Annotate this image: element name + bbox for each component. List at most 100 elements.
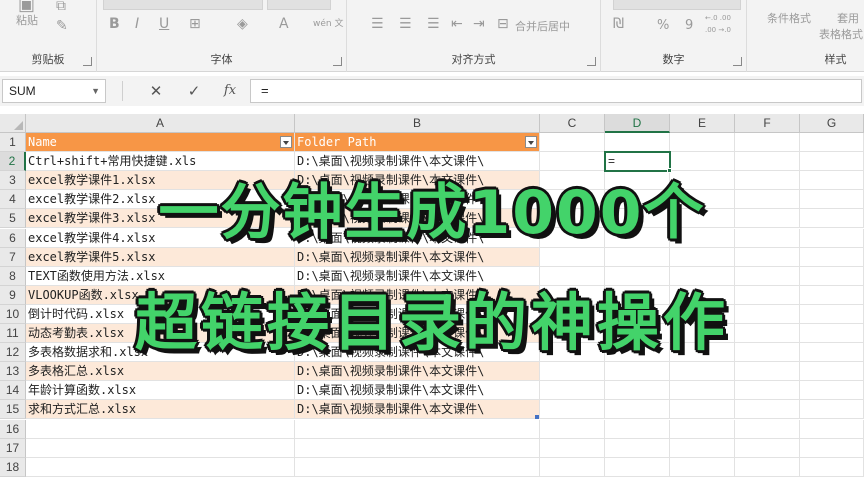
empty-cell[interactable] — [540, 457, 605, 477]
empty-cell[interactable] — [800, 457, 864, 477]
table-cell[interactable] — [295, 419, 540, 439]
paste-label[interactable]: 粘贴 — [16, 12, 38, 28]
empty-cell[interactable] — [605, 457, 670, 477]
percent-button[interactable]: % — [657, 18, 669, 33]
row-header-14[interactable]: 14 — [0, 381, 26, 401]
table-cell[interactable] — [295, 457, 540, 477]
number-launcher-icon[interactable] — [733, 57, 742, 66]
empty-cell[interactable] — [735, 457, 800, 477]
empty-cell[interactable] — [605, 400, 670, 420]
column-header-d[interactable]: D — [605, 114, 670, 133]
row-header-18[interactable]: 18 — [0, 457, 26, 477]
empty-cell[interactable] — [670, 457, 735, 477]
clipboard-launcher-icon[interactable] — [83, 57, 92, 66]
empty-cell[interactable] — [605, 419, 670, 439]
table-cell[interactable] — [26, 457, 295, 477]
bold-button[interactable]: B — [109, 16, 120, 32]
column-header-g[interactable]: G — [800, 114, 864, 133]
empty-cell[interactable] — [605, 362, 670, 382]
empty-cell[interactable] — [735, 381, 800, 401]
cancel-button[interactable]: ✕ — [142, 79, 170, 103]
empty-cell[interactable] — [540, 362, 605, 382]
empty-cell[interactable] — [670, 438, 735, 458]
insert-function-button[interactable]: fx — [216, 79, 244, 103]
empty-cell[interactable] — [735, 362, 800, 382]
name-box-dropdown-icon[interactable]: ▼ — [91, 80, 100, 102]
font-size-select[interactable] — [267, 0, 331, 10]
number-format-select[interactable] — [613, 0, 741, 10]
table-header-cell[interactable]: Folder Path — [295, 133, 540, 153]
increase-indent-icon[interactable]: ⇥ — [473, 16, 485, 32]
table-resize-handle[interactable] — [535, 414, 539, 419]
column-header-b[interactable]: B — [295, 114, 540, 133]
empty-cell[interactable] — [540, 438, 605, 458]
comma-button[interactable]: 9 — [685, 18, 693, 33]
underline-button[interactable]: U — [159, 16, 169, 32]
italic-button[interactable]: I — [135, 16, 139, 32]
table-cell[interactable]: 求和方式汇总.xlsx — [26, 400, 295, 420]
empty-cell[interactable] — [670, 400, 735, 420]
empty-cell[interactable] — [735, 400, 800, 420]
table-cell[interactable]: D:\桌面\视频录制课件\本文课件\ — [295, 362, 540, 382]
align-center-icon[interactable]: ☰ — [399, 16, 412, 32]
copy-icon[interactable]: ⧉ — [56, 0, 66, 14]
empty-cell[interactable] — [800, 419, 864, 439]
empty-cell[interactable] — [540, 381, 605, 401]
empty-cell[interactable] — [670, 381, 735, 401]
empty-cell[interactable] — [800, 362, 864, 382]
decrease-decimal-button[interactable]: .00 →.0 — [705, 26, 731, 34]
table-header-cell[interactable]: Name — [26, 133, 295, 153]
empty-cell[interactable] — [605, 381, 670, 401]
empty-cell[interactable] — [735, 438, 800, 458]
row-header-1[interactable]: 1 — [0, 133, 26, 153]
conditional-format-button[interactable]: 条件格式 — [767, 10, 811, 26]
phonetic-button[interactable]: wén 文 — [313, 16, 343, 29]
table-cell[interactable]: D:\桌面\视频录制课件\本文课件\ — [295, 400, 540, 420]
empty-cell[interactable] — [670, 419, 735, 439]
alignment-launcher-icon[interactable] — [587, 57, 596, 66]
empty-cell[interactable] — [540, 133, 605, 153]
empty-cell[interactable] — [800, 400, 864, 420]
table-cell[interactable]: D:\桌面\视频录制课件\本文课件\ — [295, 381, 540, 401]
row-header-13[interactable]: 13 — [0, 362, 26, 382]
merge-center-button[interactable]: 合并后居中 — [515, 18, 570, 34]
row-header-15[interactable]: 15 — [0, 400, 26, 420]
font-name-select[interactable] — [103, 0, 263, 10]
empty-cell[interactable] — [605, 133, 670, 153]
empty-cell[interactable] — [735, 133, 800, 153]
table-cell[interactable] — [26, 419, 295, 439]
borders-icon[interactable]: ⊞ — [189, 16, 201, 32]
name-box[interactable]: SUM ▼ — [2, 79, 106, 103]
enter-button[interactable]: ✓ — [180, 79, 208, 103]
align-right-icon[interactable]: ☰ — [427, 16, 440, 32]
table-format-button-top[interactable]: 套用 — [837, 10, 859, 26]
empty-cell[interactable] — [800, 381, 864, 401]
table-cell[interactable]: 多表格汇总.xlsx — [26, 362, 295, 382]
empty-cell[interactable] — [670, 362, 735, 382]
row-header-17[interactable]: 17 — [0, 438, 26, 458]
empty-cell[interactable] — [540, 400, 605, 420]
filter-dropdown-icon[interactable] — [525, 136, 537, 148]
currency-icon[interactable]: ₪ — [613, 16, 624, 32]
table-cell[interactable] — [26, 438, 295, 458]
decrease-indent-icon[interactable]: ⇤ — [451, 16, 463, 32]
table-format-button-bottom[interactable]: 表格格式 — [819, 26, 863, 42]
column-header-e[interactable]: E — [670, 114, 735, 133]
column-header-c[interactable]: C — [540, 114, 605, 133]
empty-cell[interactable] — [800, 133, 864, 153]
empty-cell[interactable] — [800, 438, 864, 458]
empty-cell[interactable] — [670, 133, 735, 153]
empty-cell[interactable] — [540, 419, 605, 439]
table-cell[interactable] — [295, 438, 540, 458]
table-cell[interactable]: 年龄计算函数.xlsx — [26, 381, 295, 401]
select-all-button[interactable] — [0, 114, 26, 133]
empty-cell[interactable] — [735, 419, 800, 439]
fill-color-icon[interactable]: ◈ — [237, 16, 248, 32]
formula-input[interactable]: = — [250, 79, 862, 103]
format-painter-icon[interactable]: ✎ — [56, 18, 68, 34]
font-color-button[interactable]: A — [279, 16, 289, 32]
filter-dropdown-icon[interactable] — [280, 136, 292, 148]
font-launcher-icon[interactable] — [333, 57, 342, 66]
increase-decimal-button[interactable]: ←.0 .00 — [705, 14, 731, 22]
align-left-icon[interactable]: ☰ — [371, 16, 384, 32]
